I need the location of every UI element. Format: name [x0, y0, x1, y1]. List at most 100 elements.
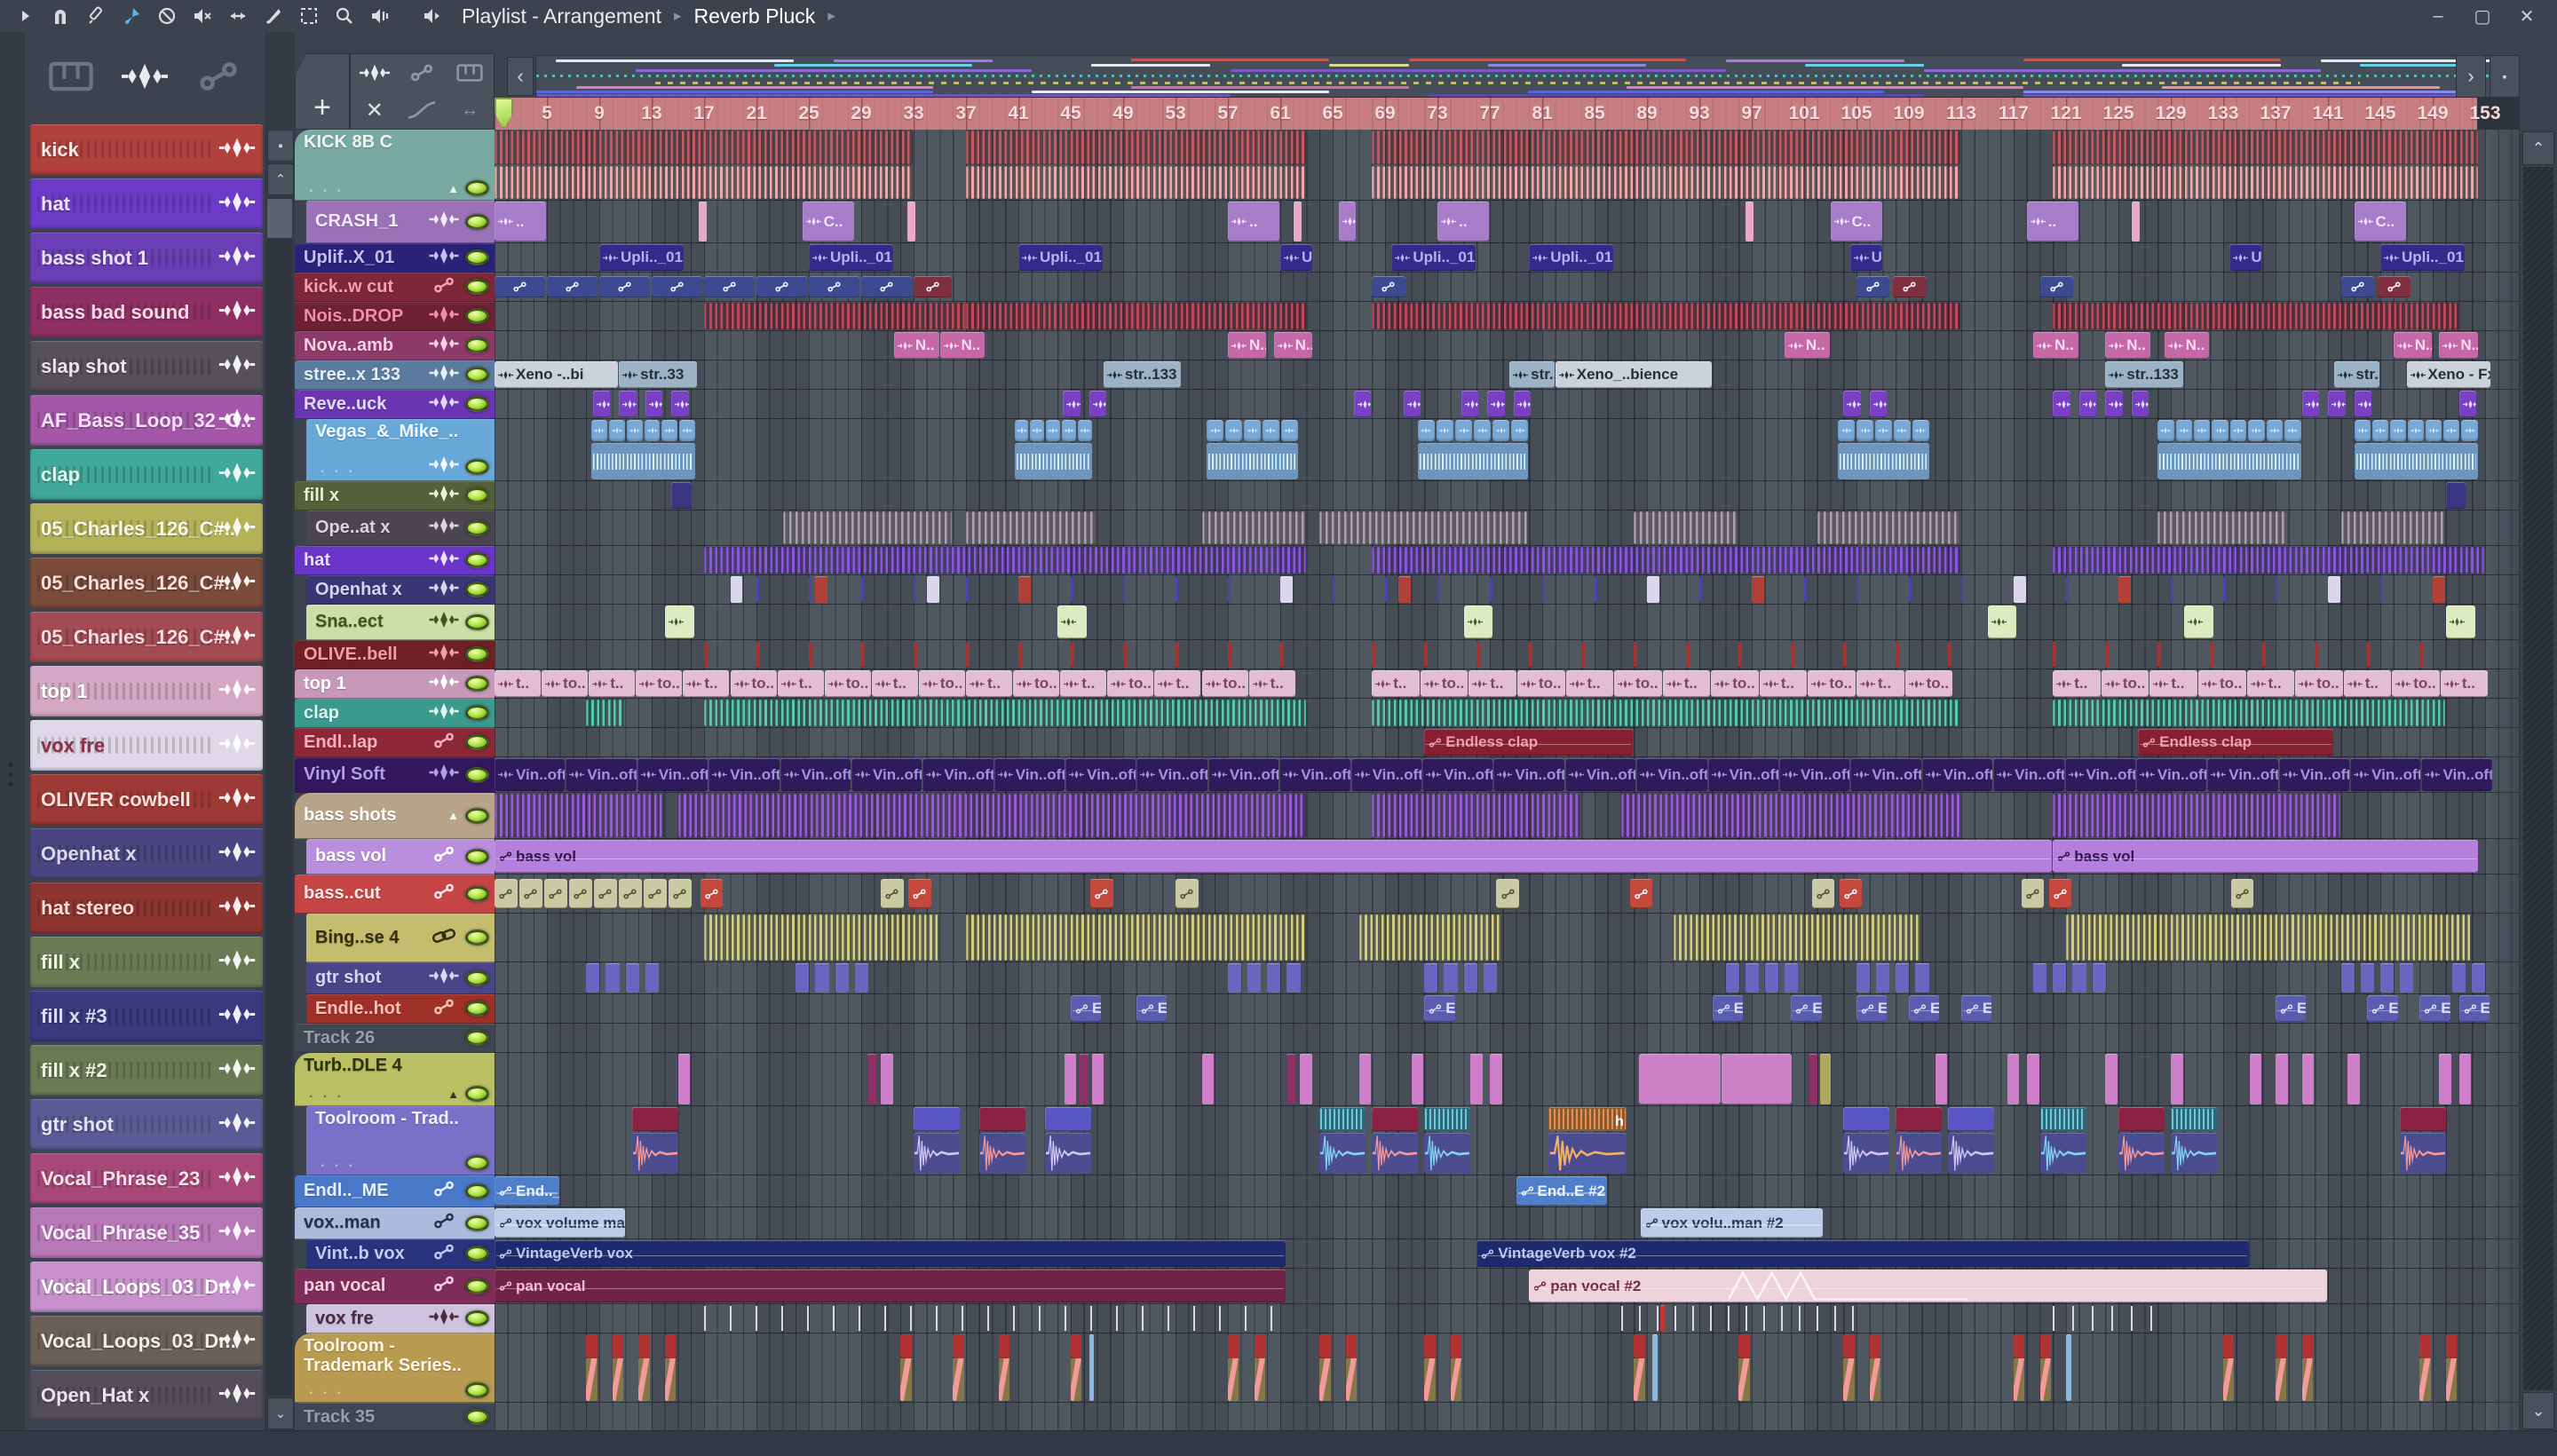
playlist-clip[interactable]	[1659, 1305, 1665, 1332]
playlist-clip[interactable]	[966, 131, 1306, 164]
panel-speaker-icon[interactable]	[414, 3, 449, 29]
playlist-clip[interactable]	[2053, 700, 2445, 726]
playlist-clip[interactable]	[1915, 963, 1929, 993]
track-lane[interactable]: t.. to.. t.. to.. t.. to.. t.. to.. t.. to.. t.. to…	[495, 669, 2520, 699]
track-options-dots[interactable]: · · ·	[321, 1159, 356, 1175]
playlist-clip[interactable]	[2118, 1133, 2165, 1174]
track-header[interactable]: Endle..hot	[306, 994, 495, 1024]
playlist-clip[interactable]: E..	[2276, 995, 2307, 1022]
picker-item[interactable]: vox fre	[30, 720, 263, 771]
track-options-dots[interactable]: · · ·	[309, 1089, 344, 1105]
playlist-clip[interactable]	[1647, 576, 1659, 603]
playlist-clip[interactable]	[495, 794, 664, 837]
track-options-dots[interactable]: · · ·	[309, 1386, 344, 1402]
playlist-clip[interactable]: Xeno -..bi	[495, 361, 619, 388]
playlist-clip[interactable]	[835, 963, 849, 993]
playlist-clip[interactable]	[1353, 391, 1372, 417]
playlist-clip[interactable]: Vin..oft	[2278, 758, 2350, 791]
playlist-clip[interactable]	[1339, 202, 1356, 241]
playlist-clip[interactable]	[1090, 878, 1113, 909]
playlist-clip[interactable]	[2340, 275, 2375, 298]
playlist-clip[interactable]	[2439, 1054, 2452, 1104]
breadcrumb-pattern[interactable]: Reverb Pluck	[694, 4, 816, 28]
maximize-button[interactable]: ▢	[2465, 3, 2500, 29]
playlist-clip[interactable]	[519, 878, 542, 909]
playlist-clip[interactable]	[1463, 963, 1477, 993]
playlist-clip[interactable]: Vin..oft	[1636, 758, 1707, 791]
playlist-clip[interactable]	[2419, 1334, 2431, 1401]
playlist-clip[interactable]: t..	[683, 670, 730, 697]
playlist-clip[interactable]	[2249, 1054, 2262, 1104]
picker-item[interactable]: AF_Bass_Loop_32_C..	[30, 395, 263, 446]
playlist-clip[interactable]	[1319, 1133, 1366, 1174]
playlist-clip[interactable]	[1372, 275, 1405, 298]
track-lane[interactable]	[495, 419, 2520, 481]
delete-tool-icon[interactable]	[149, 3, 185, 29]
playlist-clip[interactable]	[1819, 1054, 1831, 1104]
playlist-clip[interactable]	[644, 878, 667, 909]
playlist-clip[interactable]	[2021, 878, 2045, 909]
picker-item[interactable]: clap	[30, 449, 263, 500]
playlist-clip[interactable]	[1411, 1054, 1424, 1104]
playlist-clip[interactable]	[900, 1334, 912, 1401]
track-header[interactable]: Nova..amb	[295, 331, 495, 360]
playlist-clip[interactable]	[586, 700, 625, 726]
playlist-clip[interactable]	[2078, 391, 2097, 417]
track-header[interactable]: Ope..at x	[306, 510, 495, 546]
playlist-clip[interactable]	[1629, 878, 1653, 909]
track-header[interactable]: clap	[295, 699, 495, 728]
playlist-clip[interactable]	[1372, 794, 1581, 837]
playlist-clip[interactable]	[2007, 1054, 2020, 1104]
slip-tool-icon[interactable]	[78, 3, 114, 29]
playlist-clip[interactable]: Vin..oft	[1564, 758, 1636, 791]
playlist-clip[interactable]	[625, 963, 639, 993]
playlist-clip[interactable]	[1461, 391, 1479, 417]
playlist-clip[interactable]	[1228, 963, 1242, 993]
playlist-clip[interactable]	[1247, 963, 1262, 993]
playlist-clip[interactable]	[2053, 794, 2340, 837]
playlist-clip[interactable]: t..	[2343, 670, 2392, 697]
playlist-clip[interactable]	[815, 576, 828, 603]
track-mute-led[interactable]	[465, 213, 489, 230]
playlist-clip[interactable]	[2445, 605, 2475, 638]
picker-scroll-track[interactable]	[267, 197, 292, 1396]
playlist-clip[interactable]: to..	[636, 670, 683, 697]
playlist-clip[interactable]	[2400, 963, 2414, 993]
picker-item[interactable]: bass bad sound	[30, 287, 263, 337]
playlist-clip[interactable]	[809, 275, 859, 298]
mini-pattern-block[interactable]	[1014, 420, 1029, 442]
playlist-clip[interactable]	[704, 914, 939, 961]
picker-item[interactable]: fill x #3	[30, 991, 263, 1041]
playlist-clip[interactable]	[2131, 391, 2149, 417]
playlist-clip[interactable]	[652, 275, 702, 298]
mini-pattern-block[interactable]	[2426, 420, 2442, 442]
mini-pattern-block[interactable]	[1875, 420, 1892, 442]
mini-pattern-block[interactable]	[2266, 420, 2284, 442]
playlist-clip[interactable]	[2445, 1334, 2458, 1401]
playlist-clip[interactable]: Vin..oft	[1279, 758, 1350, 791]
playlist-clip[interactable]: Vin..oft	[1921, 758, 1993, 791]
track-header[interactable]: Endl..lap	[295, 728, 495, 757]
playlist-clip[interactable]	[1358, 914, 1502, 961]
track-lane[interactable]	[495, 1403, 2520, 1431]
playlist-clip[interactable]: t..	[1248, 670, 1295, 697]
track-lane[interactable]: .. C...... C.... C..	[495, 201, 2520, 243]
playlist-clip[interactable]	[704, 700, 1306, 726]
track-mute-led[interactable]	[465, 676, 489, 692]
playlist-clip[interactable]	[1838, 443, 1929, 479]
playlist-clip[interactable]: Vin..oft	[1207, 758, 1279, 791]
playlist-clip[interactable]: Upli.._01	[1018, 244, 1103, 271]
track-mute-led[interactable]	[465, 487, 489, 503]
h-stretch-button[interactable]: ↔	[446, 91, 494, 129]
playlist-tab-audio[interactable]	[351, 54, 399, 91]
playlist-clip[interactable]: Vin..oft	[1993, 758, 2064, 791]
playlist-clip[interactable]	[756, 275, 807, 298]
playlist-clip[interactable]: VintageVerb vox	[495, 1240, 1286, 1267]
playlist-clip[interactable]	[2276, 1334, 2287, 1401]
playlist-clip[interactable]	[1444, 963, 1458, 993]
track-header[interactable]: Vegas_&_Mike_.. · · ·	[306, 419, 495, 481]
track-lane[interactable]: Xeno -..bi str..33 str..133 str..1 Xeno_..bi…	[495, 360, 2520, 390]
picker-item[interactable]: top 1	[30, 666, 263, 716]
playlist-clip[interactable]	[2048, 878, 2072, 909]
mini-pattern-block[interactable]	[1511, 420, 1529, 442]
